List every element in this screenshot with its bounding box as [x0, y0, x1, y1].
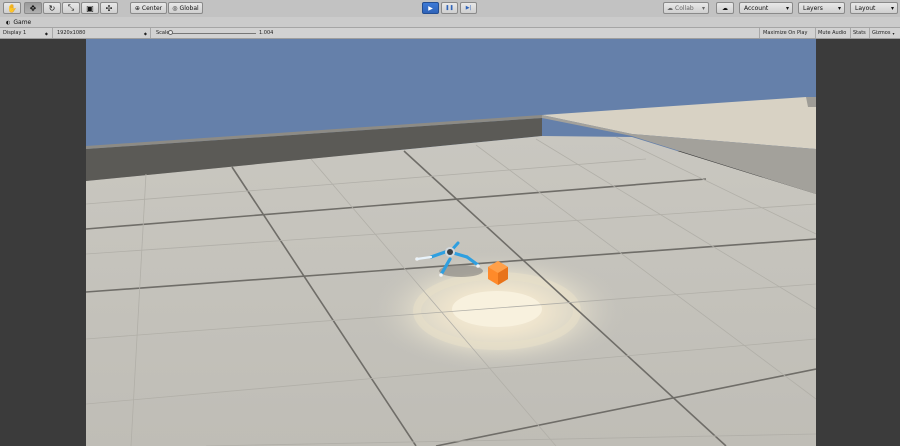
- pivot-label: Center: [141, 4, 163, 12]
- maximize-on-play-toggle[interactable]: Maximize On Play: [763, 28, 807, 38]
- space-label: Global: [179, 4, 199, 12]
- game-scene: [86, 39, 816, 446]
- display-dropdown[interactable]: Display 1 ◆: [3, 28, 48, 38]
- transform-tool-button[interactable]: ✣: [100, 2, 118, 14]
- scale-slider-handle[interactable]: [168, 30, 173, 35]
- rect-tool-icon: ▣: [86, 3, 94, 13]
- scale-tool-icon: ⤡: [67, 3, 75, 12]
- letterbox-right: [816, 39, 900, 446]
- collab-dropdown[interactable]: ☁ Collab ▾: [663, 2, 709, 14]
- pause-icon: ❚❚: [445, 5, 454, 11]
- game-viewport[interactable]: [86, 39, 816, 446]
- resolution-label: 1920x1080: [57, 30, 86, 36]
- move-tool-icon: ✥: [29, 3, 37, 13]
- collab-cloud-icon: ☁: [667, 4, 673, 12]
- chevron-down-icon: ▾: [785, 4, 789, 12]
- divider: [52, 28, 53, 38]
- chevron-down-icon: ◆: [44, 30, 48, 36]
- globe-icon: ◎: [172, 4, 178, 12]
- pivot-rotation-button[interactable]: ◎ Global: [168, 2, 203, 14]
- layout-label: Layout: [855, 4, 876, 12]
- stats-toggle[interactable]: Stats: [853, 28, 866, 38]
- divider: [150, 28, 151, 38]
- layout-dropdown[interactable]: Layout ▾: [850, 2, 898, 14]
- chevron-down-icon: ▾: [892, 30, 895, 36]
- layers-label: Layers: [803, 4, 823, 12]
- transform-tool-icon: ✣: [105, 3, 113, 13]
- letterbox-left: [0, 39, 86, 446]
- chevron-down-icon: ▾: [701, 4, 705, 12]
- main-toolbar: ✋ ✥ ↻ ⤡ ▣ ✣ ⊕ Center ◎ Global ▶ ❚❚ ▶| ☁ Colla…: [0, 0, 900, 18]
- spotlight-core: [452, 291, 542, 327]
- scale-slider[interactable]: [168, 28, 256, 38]
- divider: [815, 28, 816, 38]
- chevron-down-icon: ▾: [837, 4, 841, 12]
- game-view-bar: Display 1 ◆ 1920x1080 ◆ Scale 1.004 Maxi…: [0, 28, 900, 39]
- chevron-down-icon: ◆: [143, 30, 147, 36]
- pivot-mode-button[interactable]: ⊕ Center: [130, 2, 167, 14]
- game-tab-bar: ◐ Game: [0, 17, 900, 28]
- rect-tool-button[interactable]: ▣: [81, 2, 99, 14]
- display-label: Display 1: [3, 30, 27, 36]
- game-controller-icon: ◐: [6, 19, 11, 26]
- rotate-tool-button[interactable]: ↻: [43, 2, 61, 14]
- hand-tool-icon: ✋: [7, 3, 17, 13]
- pivot-icon: ⊕: [134, 4, 140, 12]
- account-label: Account: [744, 4, 769, 12]
- gizmos-dropdown[interactable]: Gizmos ▾: [872, 28, 899, 38]
- step-icon: ▶|: [465, 5, 472, 11]
- divider: [850, 28, 851, 38]
- layers-dropdown[interactable]: Layers ▾: [798, 2, 845, 14]
- scale-value: 1.004: [259, 30, 274, 36]
- play-icon: ▶: [428, 4, 433, 12]
- play-button[interactable]: ▶: [422, 2, 439, 14]
- cloud-services-button[interactable]: ☁: [716, 2, 734, 14]
- rotate-tool-icon: ↻: [48, 3, 56, 13]
- cloud-icon: ☁: [722, 4, 728, 12]
- move-tool-button[interactable]: ✥: [24, 2, 42, 14]
- tab-game[interactable]: ◐ Game: [2, 18, 35, 27]
- step-button[interactable]: ▶|: [460, 2, 477, 14]
- scale-tool-button[interactable]: ⤡: [62, 2, 80, 14]
- mute-audio-toggle[interactable]: Mute Audio: [818, 28, 846, 38]
- chevron-down-icon: ▾: [890, 4, 894, 12]
- pause-button[interactable]: ❚❚: [441, 2, 458, 14]
- divider: [869, 28, 870, 38]
- tab-label: Game: [13, 19, 32, 26]
- account-dropdown[interactable]: Account ▾: [739, 2, 793, 14]
- gizmos-label: Gizmos: [872, 30, 891, 36]
- divider: [759, 28, 760, 38]
- hand-tool-button[interactable]: ✋: [3, 2, 21, 14]
- resolution-dropdown[interactable]: 1920x1080 ◆: [57, 28, 147, 38]
- collab-label: Collab: [675, 4, 694, 12]
